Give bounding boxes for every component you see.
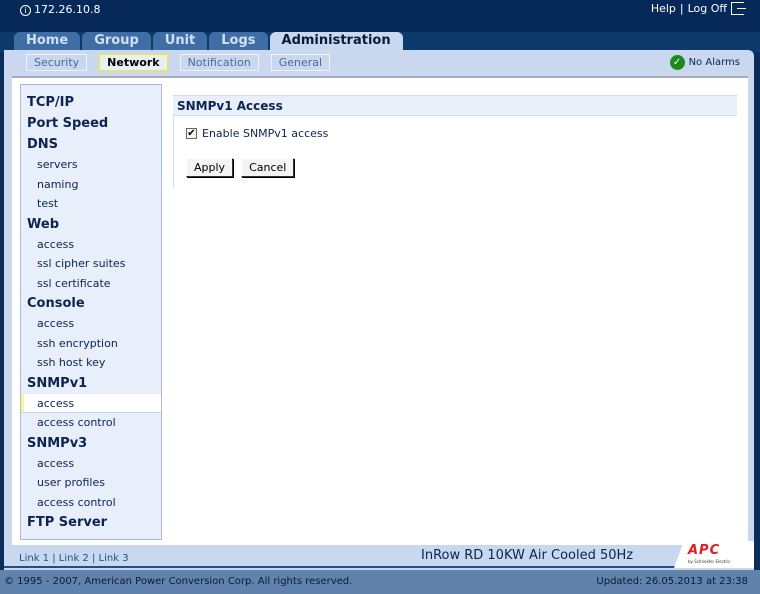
logoff-link[interactable]: Log Off [688, 2, 727, 15]
apply-button[interactable]: Apply [186, 158, 234, 177]
cancel-button[interactable]: Cancel [241, 158, 295, 177]
alarm-status[interactable]: ✓ No Alarms [669, 55, 740, 70]
info-icon: i [20, 5, 31, 16]
main-tabs: Home Group Unit Logs Administration [14, 32, 403, 51]
checkbox[interactable]: ✔ [186, 128, 197, 139]
subtab-network[interactable]: Network [99, 54, 168, 71]
tab-unit[interactable]: Unit [152, 32, 208, 50]
sidebar-item-access[interactable]: access [21, 235, 161, 255]
sidebar-item-web[interactable]: Web [21, 214, 161, 235]
main-section: SNMPv1 Access ✔ Enable SNMPv1 access Appl… [173, 95, 737, 188]
check-icon: ✓ [669, 55, 685, 70]
footer-bar: Link 1 | Link 2 | Link 3 InRow RD 10KW A… [4, 541, 754, 568]
separator: | [679, 2, 684, 15]
sidebar-item-test[interactable]: test [21, 194, 161, 214]
subtab-notification[interactable]: Notification [179, 54, 259, 71]
sidebar-item-access[interactable]: access [21, 454, 161, 474]
alarm-text: No Alarms [688, 57, 740, 68]
sidebar-item-dns[interactable]: DNS [21, 134, 161, 155]
sidebar-item-ssh-host-key[interactable]: ssh host key [21, 353, 161, 373]
sidebar: TCP/IP Port Speed DNS servers naming test Web a… [20, 84, 162, 540]
model-name: InRow RD 10KW Air Cooled 50Hz [421, 548, 634, 563]
section-title: SNMPv1 Access [173, 95, 737, 116]
sidebar-item-access[interactable]: access [21, 393, 161, 413]
ip-text: 172.26.10.8 [34, 3, 101, 16]
tab-logs[interactable]: Logs [209, 32, 268, 50]
sidebar-item-access[interactable]: access [21, 314, 161, 334]
updated-time: Updated: 26.05.2013 at 23:38 [596, 576, 748, 587]
checkbox-label: Enable SNMPv1 access [202, 127, 329, 140]
sidebar-item-ssl-cipher-suites[interactable]: ssl cipher suites [21, 254, 161, 274]
sidebar-item-snmpv1[interactable]: SNMPv1 [21, 373, 161, 394]
copyright: © 1995 - 2007, American Power Conversion… [4, 576, 353, 587]
footer-link[interactable]: Link 2 [59, 553, 89, 564]
sidebar-item-servers[interactable]: servers [21, 155, 161, 175]
sidebar-item-access-control[interactable]: access control [21, 493, 161, 513]
sidebar-item-port-speed[interactable]: Port Speed [21, 113, 161, 134]
logoff-icon[interactable] [731, 2, 746, 15]
sidebar-item-snmpv3[interactable]: SNMPv3 [21, 433, 161, 454]
sidebar-item-ssh-encryption[interactable]: ssh encryption [21, 334, 161, 354]
tab-administration[interactable]: Administration [269, 32, 403, 51]
sidebar-item-ssl-certificate[interactable]: ssl certificate [21, 274, 161, 294]
sidebar-item-ftp-server[interactable]: FTP Server [21, 512, 161, 533]
footer-link[interactable]: Link 1 [19, 553, 49, 564]
separator: | [49, 553, 59, 564]
device-ip: i 172.26.10.8 [20, 3, 100, 16]
separator: | [88, 553, 99, 564]
subtab-general[interactable]: General [270, 54, 331, 71]
sidebar-item-user-profiles[interactable]: user profiles [21, 473, 161, 493]
tab-home[interactable]: Home [14, 32, 81, 50]
bottom-bar: © 1995 - 2007, American Power Conversion… [0, 570, 760, 594]
sidebar-item-access-control[interactable]: access control [21, 413, 161, 433]
help-link[interactable]: Help [651, 2, 676, 15]
top-bar: i 172.26.10.8 Help | Log Off [0, 0, 760, 32]
apc-logo: APC by Schneider Electric [674, 541, 754, 568]
enable-snmpv1-checkbox[interactable]: ✔ Enable SNMPv1 access [186, 127, 328, 140]
footer-links: Link 1 | Link 2 | Link 3 [19, 553, 129, 564]
sidebar-item-naming[interactable]: naming [21, 175, 161, 195]
footer-link[interactable]: Link 3 [99, 553, 129, 564]
sub-tabs: Security Network Notification General [26, 54, 331, 71]
subtab-security[interactable]: Security [26, 54, 88, 71]
tab-group[interactable]: Group [82, 32, 151, 50]
sidebar-item-console[interactable]: Console [21, 293, 161, 314]
sidebar-item-tcp-ip[interactable]: TCP/IP [21, 92, 161, 113]
